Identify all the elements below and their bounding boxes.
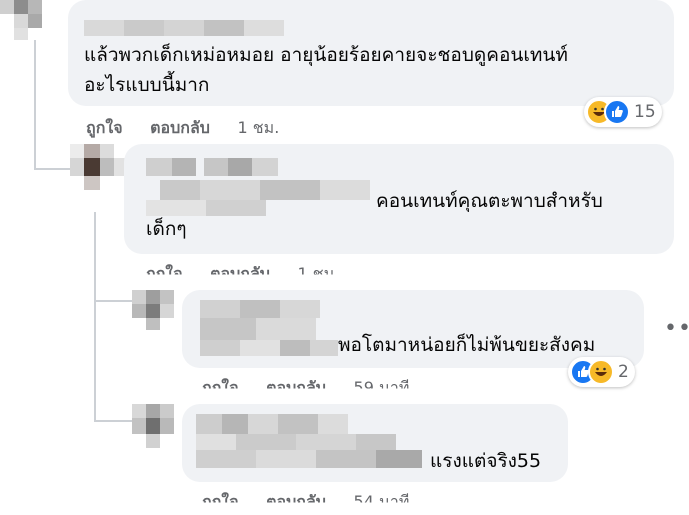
censored-author-name[interactable] <box>84 20 284 36</box>
censored-author-name[interactable] <box>200 300 340 358</box>
comment-text-line-1: แรงแต่จริง55 <box>430 450 542 472</box>
comment-text-line-1: พอโตมาหน่อยก็ไม่พ้นขยะสังคม <box>338 334 596 356</box>
reply-link[interactable]: ตอบกลับ <box>266 378 326 389</box>
like-link[interactable]: ถูกใจ <box>202 492 239 503</box>
comment-text-line-2: อะไรแบบนี้มาก <box>84 74 210 96</box>
comment-actions: ถูกใจ ตอบกลับ 59 นาที <box>202 376 410 389</box>
timestamp[interactable]: 1 ชม. <box>238 118 280 137</box>
comment-text-line-1: แล้วพวกเด็กเหม่อหมอย อายุน้อยร้อยคายจะชอ… <box>84 44 568 66</box>
timestamp[interactable]: 1 ชม. <box>298 264 340 275</box>
thread-line-main <box>34 40 36 170</box>
haha-icon <box>588 359 614 385</box>
reaction-count: 2 <box>618 362 629 382</box>
reaction-summary[interactable]: 2 <box>568 357 635 387</box>
like-link[interactable]: ถูกใจ <box>86 118 123 137</box>
thread-line-branch-3 <box>94 420 134 422</box>
like-link[interactable]: ถูกใจ <box>202 378 239 389</box>
reply-link[interactable]: ตอบกลับ <box>150 118 210 137</box>
reply-link[interactable]: ตอบกลับ <box>210 264 270 275</box>
comment-actions: ถูกใจ ตอบกลับ 1 ชม. <box>146 262 340 275</box>
avatar[interactable] <box>0 0 52 40</box>
avatar[interactable] <box>132 404 184 452</box>
censored-author-name[interactable] <box>196 414 426 472</box>
like-link[interactable]: ถูกใจ <box>146 264 183 275</box>
reaction-count: 15 <box>634 102 656 122</box>
timestamp[interactable]: 59 นาที <box>354 378 410 389</box>
avatar[interactable] <box>70 144 130 196</box>
comment-text-line-2: เด็กๆ <box>146 218 187 240</box>
comment-text-line-1: คอนเทนท์คุณตะพาบสำหรับ <box>376 190 603 212</box>
avatar[interactable] <box>132 290 184 330</box>
comment-actions: ถูกใจ ตอบกลับ 1 ชม. <box>86 116 279 141</box>
thread-line-branch-2 <box>94 300 134 302</box>
reaction-summary[interactable]: 15 <box>584 97 662 127</box>
like-icon <box>604 99 630 125</box>
censored-author-name[interactable] <box>146 158 376 218</box>
timestamp[interactable]: 54 นาที <box>354 492 410 503</box>
thread-line-replies <box>94 212 96 422</box>
reply-link[interactable]: ตอบกลับ <box>266 492 326 503</box>
more-options-icon[interactable]: ••• <box>664 316 689 341</box>
